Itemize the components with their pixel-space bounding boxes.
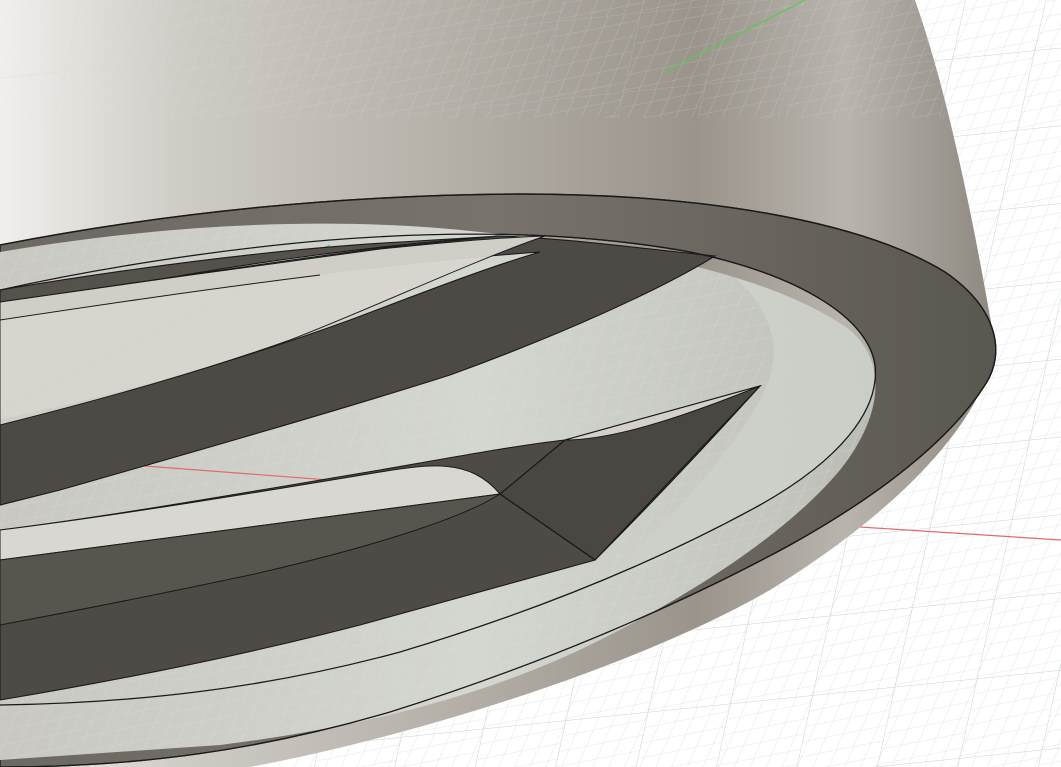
3d-viewport[interactable]	[0, 0, 1061, 767]
cad-scene[interactable]	[0, 0, 1061, 767]
wall-grid-reflection	[0, 0, 945, 118]
